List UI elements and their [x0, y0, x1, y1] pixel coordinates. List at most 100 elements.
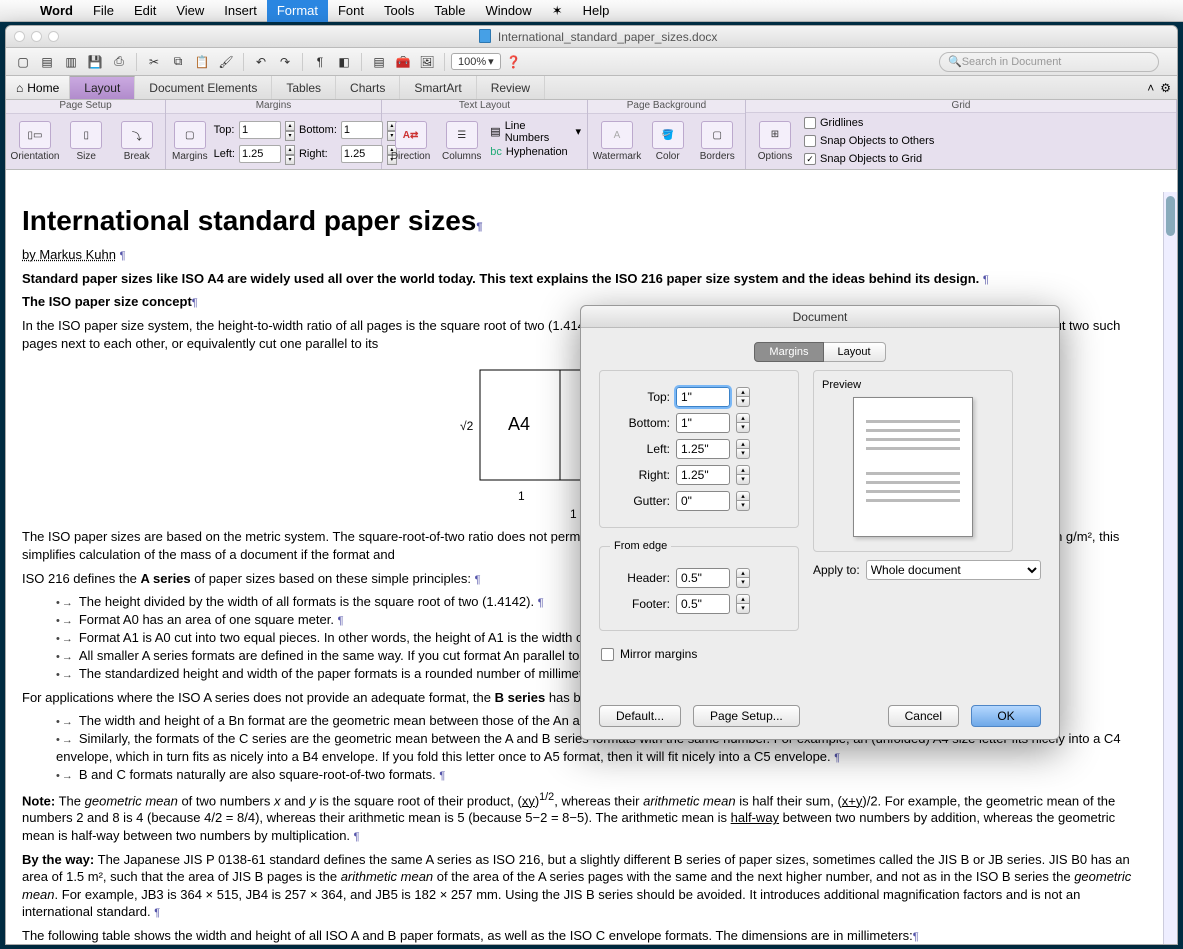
close-icon[interactable]: [14, 31, 25, 42]
color-button[interactable]: 🪣Color: [646, 121, 690, 162]
menu-app[interactable]: Word: [30, 0, 83, 22]
orientation-button[interactable]: ▯▭Orientation: [12, 121, 58, 162]
menu-insert[interactable]: Insert: [214, 0, 267, 22]
apply-to-select[interactable]: Whole document: [866, 560, 1041, 580]
gallery-button[interactable]: ▥: [60, 52, 82, 72]
direction-button[interactable]: A⇄Direction: [388, 121, 433, 162]
margin-left-label: Left:: [214, 148, 235, 160]
gridlines-checkbox[interactable]: Gridlines: [804, 115, 934, 131]
borders-button[interactable]: ▢Borders: [696, 121, 740, 162]
print-button[interactable]: ⎙: [108, 52, 130, 72]
tab-document-elements[interactable]: Document Elements: [135, 76, 272, 99]
help-button[interactable]: ❓: [503, 52, 525, 72]
dialog-tab-layout[interactable]: Layout: [824, 342, 886, 362]
menu-window[interactable]: Window: [475, 0, 541, 22]
doc-byline: by Markus Kuhn: [22, 247, 116, 262]
watermark-button[interactable]: AWatermark: [594, 121, 640, 162]
media-button[interactable]: 🖼: [416, 52, 438, 72]
open-button[interactable]: ▤: [36, 52, 58, 72]
menu-format[interactable]: Format: [267, 0, 328, 22]
cancel-button[interactable]: Cancel: [888, 705, 959, 727]
hyphenation-button[interactable]: bc Hyphenation: [490, 144, 581, 160]
dialog-right-input[interactable]: [676, 465, 730, 485]
show-all-button[interactable]: ◧: [333, 52, 355, 72]
menu-font[interactable]: Font: [328, 0, 374, 22]
home-tab[interactable]: ⌂ Home: [6, 76, 70, 99]
tab-review[interactable]: Review: [477, 76, 545, 99]
dialog-header-stepper[interactable]: ▴▾: [736, 568, 750, 588]
menu-view[interactable]: View: [166, 0, 214, 22]
cut-button[interactable]: ✂: [143, 52, 165, 72]
mirror-margins-checkbox[interactable]: [601, 648, 614, 661]
menu-help[interactable]: Help: [573, 0, 620, 22]
menu-tools[interactable]: Tools: [374, 0, 424, 22]
dialog-left-stepper[interactable]: ▴▾: [736, 439, 750, 459]
dialog-footer-input[interactable]: [676, 594, 730, 614]
dialog-top-stepper[interactable]: ▴▾: [736, 387, 750, 407]
tab-layout[interactable]: Layout: [70, 76, 135, 99]
save-button[interactable]: 💾: [84, 52, 106, 72]
page-setup-button[interactable]: Page Setup...: [693, 705, 800, 727]
dialog-gutter-input[interactable]: [676, 491, 730, 511]
show-formatting-button[interactable]: ¶: [309, 52, 331, 72]
collapse-ribbon-button[interactable]: ˄: [1147, 81, 1154, 95]
search-input[interactable]: 🔍 Search in Document: [939, 52, 1159, 72]
size-button[interactable]: ▯Size: [64, 121, 109, 162]
preview-page: [853, 397, 973, 537]
toolbox-button[interactable]: 🧰: [392, 52, 414, 72]
dialog-gutter-stepper[interactable]: ▴▾: [736, 491, 750, 511]
tab-smartart[interactable]: SmartArt: [400, 76, 476, 99]
svg-text:1: 1: [518, 489, 525, 503]
paste-button[interactable]: 📋: [191, 52, 213, 72]
tab-charts[interactable]: Charts: [336, 76, 400, 99]
new-doc-button[interactable]: ▢: [12, 52, 34, 72]
dialog-bottom-input[interactable]: [676, 413, 730, 433]
default-button[interactable]: Default...: [599, 705, 681, 727]
margins-fieldset: Top:▴▾ Bottom:▴▾ Left:▴▾ Right:▴▾ Gutter…: [599, 370, 799, 528]
grid-options-button[interactable]: ⊞Options: [752, 121, 798, 162]
menu-script-icon[interactable]: ✶: [542, 0, 573, 22]
dialog-right-stepper[interactable]: ▴▾: [736, 465, 750, 485]
dialog-header-input[interactable]: [676, 568, 730, 588]
minimize-icon[interactable]: [31, 31, 42, 42]
copy-button[interactable]: ⧉: [167, 52, 189, 72]
ok-button[interactable]: OK: [971, 705, 1041, 727]
dialog-left-label: Left:: [610, 442, 670, 456]
dialog-top-input[interactable]: [676, 387, 730, 407]
menu-file[interactable]: File: [83, 0, 124, 22]
menu-edit[interactable]: Edit: [124, 0, 166, 22]
columns-button[interactable]: ☰Columns: [439, 121, 484, 162]
dialog-bottom-stepper[interactable]: ▴▾: [736, 413, 750, 433]
margin-top-input[interactable]: [239, 121, 281, 139]
redo-button[interactable]: ↷: [274, 52, 296, 72]
vertical-scrollbar[interactable]: [1163, 192, 1177, 944]
dialog-left-input[interactable]: [676, 439, 730, 459]
margin-left-input[interactable]: [239, 145, 281, 163]
line-numbers-dropdown[interactable]: ▤ Line Numbers ▾: [490, 124, 581, 140]
dialog-tab-margins[interactable]: Margins: [754, 342, 823, 362]
break-button[interactable]: ⤵Break: [115, 121, 160, 162]
margin-bottom-input[interactable]: [341, 121, 383, 139]
dialog-footer-stepper[interactable]: ▴▾: [736, 594, 750, 614]
apple-menu[interactable]: [10, 0, 30, 22]
zoom-dropdown[interactable]: 100%▾: [451, 53, 501, 70]
ribbon-settings-button[interactable]: ⚙: [1160, 81, 1171, 95]
snap-objects-grid-checkbox[interactable]: ✓Snap Objects to Grid: [804, 151, 934, 167]
zoom-icon[interactable]: [48, 31, 59, 42]
scrollbar-thumb[interactable]: [1166, 196, 1175, 236]
snap-objects-others-checkbox[interactable]: Snap Objects to Others: [804, 133, 934, 149]
preview-fieldset: Preview: [813, 370, 1013, 552]
margins-button[interactable]: ▢Margins: [172, 121, 208, 162]
sidebar-button[interactable]: ▤: [368, 52, 390, 72]
menu-table[interactable]: Table: [424, 0, 475, 22]
preview-label: Preview: [822, 379, 1004, 391]
margin-top-stepper[interactable]: ▴▾: [285, 121, 295, 139]
undo-button[interactable]: ↶: [250, 52, 272, 72]
tab-tables[interactable]: Tables: [272, 76, 336, 99]
document-title-text: International_standard_paper_sizes.docx: [498, 30, 717, 44]
margin-left-stepper[interactable]: ▴▾: [285, 145, 295, 163]
group-page-setup-title: Page Setup: [6, 100, 165, 114]
format-painter-button[interactable]: 🖌: [215, 52, 237, 72]
mac-menubar[interactable]: Word File Edit View Insert Format Font T…: [0, 0, 1183, 22]
margin-right-input[interactable]: [341, 145, 383, 163]
